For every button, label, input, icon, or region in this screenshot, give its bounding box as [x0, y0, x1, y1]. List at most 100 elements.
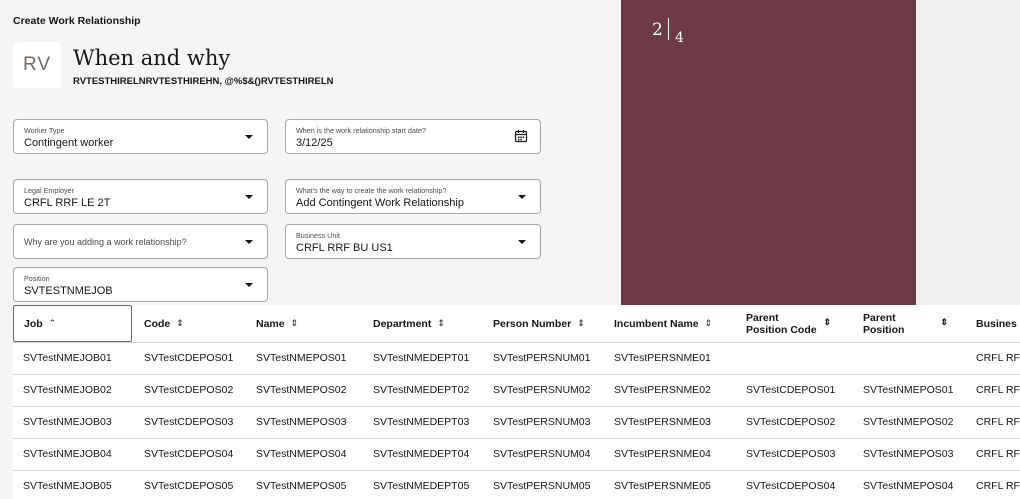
sort-icon: ⇕: [176, 318, 184, 328]
table-header: Job ⌃ Code ⇕ Name ⇕ Department ⇕ Person Numb…: [13, 305, 1020, 343]
table-cell: SVTestCDEPOS02: [746, 416, 836, 428]
table-cell: SVTestNMEJOB05: [23, 480, 112, 492]
table-cell: SVTestNMEPOS03: [863, 448, 954, 460]
business-unit-label: Business Unit: [296, 231, 340, 240]
table-cell: SVTestPERSNME04: [614, 448, 711, 460]
column-header-parent-position-code[interactable]: Parent Position Code ⇕: [746, 305, 841, 342]
sort-icon: ⇕: [290, 318, 299, 328]
chevron-down-icon: [518, 240, 526, 244]
start-date-field[interactable]: When is the work relationship start date…: [285, 119, 541, 154]
start-date-label: When is the work relationship start date…: [296, 126, 426, 135]
chevron-down-icon: [245, 283, 253, 287]
start-date-value: 3/12/25: [296, 137, 333, 149]
column-header-business-unit[interactable]: Busines: [976, 305, 1020, 342]
step-total: 4: [675, 30, 684, 46]
avatar: RV: [13, 42, 61, 88]
sort-icon: ⇕: [940, 317, 948, 327]
table-row[interactable]: SVTestNMEJOB02 SVTestCDEPOS02 SVTestNMEPOS…: [13, 374, 1020, 407]
chevron-down-icon: [518, 195, 526, 199]
legal-employer-label: Legal Employer: [24, 186, 74, 195]
reason-placeholder: Why are you adding a work relationship?: [24, 237, 187, 247]
table-cell: SVTestCDEPOS01: [746, 384, 836, 396]
business-unit-value: CRFL RRF BU US1: [296, 242, 393, 254]
table-cell: SVTestPERSNUM05: [493, 480, 591, 492]
table-cell: CRFL RF: [976, 416, 1020, 428]
table-cell: SVTestNMEPOS02: [863, 416, 954, 428]
position-label: Position: [24, 274, 50, 283]
table-cell: SVTestNMEPOS01: [863, 384, 954, 396]
step-divider: [668, 18, 669, 40]
column-header-code[interactable]: Code ⇕: [144, 305, 254, 342]
worker-type-value: Contingent worker: [24, 137, 114, 149]
table-cell: SVTestPERSNUM04: [493, 448, 591, 460]
table-cell: SVTestNMEPOS04: [256, 448, 347, 460]
legal-employer-select[interactable]: Legal Employer CRFL RRF LE 2T: [13, 179, 268, 214]
table-cell: SVTestCDEPOS03: [144, 416, 234, 428]
table-row[interactable]: SVTestNMEJOB03 SVTestCDEPOS03 SVTestNMEPOS…: [13, 406, 1020, 439]
calendar-icon[interactable]: [514, 129, 528, 143]
step-current: 2: [652, 20, 663, 40]
position-table: Job ⌃ Code ⇕ Name ⇕ Department ⇕ Person Numb…: [13, 305, 1020, 499]
table-cell: CRFL RF: [976, 352, 1020, 364]
table-cell: SVTestPERSNUM03: [493, 416, 591, 428]
table-cell: SVTestPERSNME03: [614, 416, 711, 428]
chevron-down-icon: [245, 135, 253, 139]
column-header-job[interactable]: Job ⌃: [13, 305, 132, 342]
table-cell: SVTestPERSNME05: [614, 480, 711, 492]
legal-employer-value: CRFL RRF LE 2T: [24, 197, 111, 209]
table-cell: SVTestNMEJOB04: [23, 448, 112, 460]
worker-type-select[interactable]: Worker Type Contingent worker: [13, 119, 268, 154]
table-row[interactable]: SVTestNMEJOB01 SVTestCDEPOS01 SVTestNMEPOS…: [13, 342, 1020, 375]
table-cell: SVTestNMEPOS01: [256, 352, 347, 364]
table-cell: CRFL RF: [976, 384, 1020, 396]
table-cell: SVTestNMEJOB01: [23, 352, 112, 364]
table-row[interactable]: SVTestNMEJOB04 SVTestCDEPOS04 SVTestNMEPOS…: [13, 438, 1020, 471]
create-way-value: Add Contingent Work Relationship: [296, 197, 464, 209]
table-cell: SVTestNMEPOS04: [863, 480, 954, 492]
person-name: RVTESTHIRELNRVTESTHIREHN, @%$&()RVTESTHI…: [73, 76, 334, 87]
table-cell: SVTestCDEPOS02: [144, 384, 234, 396]
table-cell: SVTestPERSNUM02: [493, 384, 591, 396]
column-header-name[interactable]: Name ⇕: [256, 305, 371, 342]
table-cell: CRFL RF: [976, 448, 1020, 460]
position-select[interactable]: Position SVTESTNMEJOB: [13, 267, 268, 302]
table-cell: SVTestCDEPOS04: [746, 480, 836, 492]
column-header-department[interactable]: Department ⇕: [373, 305, 491, 342]
reason-select[interactable]: Why are you adding a work relationship?: [13, 224, 268, 259]
right-panel: [916, 0, 1020, 305]
chevron-up-icon: ⌃: [48, 318, 57, 328]
table-cell: SVTestNMEJOB02: [23, 384, 112, 396]
sort-icon: ⇕: [577, 318, 585, 328]
position-value: SVTESTNMEJOB: [24, 285, 113, 297]
table-cell: SVTestCDEPOS03: [746, 448, 836, 460]
business-unit-select[interactable]: Business Unit CRFL RRF BU US1: [285, 224, 541, 259]
table-cell: SVTestNMEPOS05: [256, 480, 347, 492]
sort-icon: ⇕: [823, 317, 831, 327]
table-cell: SVTestNMEJOB03: [23, 416, 112, 428]
table-cell: SVTestPERSNME02: [614, 384, 711, 396]
column-header-incumbent-name[interactable]: Incumbent Name ⇕: [614, 305, 744, 342]
create-way-select[interactable]: What's the way to create the work relati…: [285, 179, 541, 214]
chevron-down-icon: [245, 240, 253, 244]
table-cell: CRFL RF: [976, 480, 1020, 492]
chevron-down-icon: [245, 195, 253, 199]
table-cell: SVTestPERSNUM01: [493, 352, 591, 364]
column-header-parent-position[interactable]: Parent Position ⇕: [863, 305, 958, 342]
table-cell: SVTestNMEPOS02: [256, 384, 347, 396]
table-cell: SVTestNMEDEPT04: [373, 448, 470, 460]
table-cell: SVTestCDEPOS04: [144, 448, 234, 460]
page-title: Create Work Relationship: [13, 15, 141, 27]
column-header-person-number[interactable]: Person Number ⇕: [493, 305, 613, 342]
section-heading: When and why: [73, 46, 231, 70]
step-panel: 2 4: [621, 0, 916, 305]
worker-type-label: Worker Type: [24, 126, 65, 135]
sort-icon: ⇕: [437, 318, 445, 328]
table-cell: SVTestCDEPOS01: [144, 352, 234, 364]
table-cell: SVTestNMEDEPT05: [373, 480, 470, 492]
table-cell: SVTestCDEPOS05: [144, 480, 234, 492]
create-way-label: What's the way to create the work relati…: [296, 186, 447, 195]
table-cell: SVTestNMEPOS03: [256, 416, 347, 428]
table-cell: SVTestNMEDEPT01: [373, 352, 470, 364]
table-row[interactable]: SVTestNMEJOB05 SVTestCDEPOS05 SVTestNMEPOS…: [13, 470, 1020, 499]
table-cell: SVTestNMEDEPT03: [373, 416, 470, 428]
